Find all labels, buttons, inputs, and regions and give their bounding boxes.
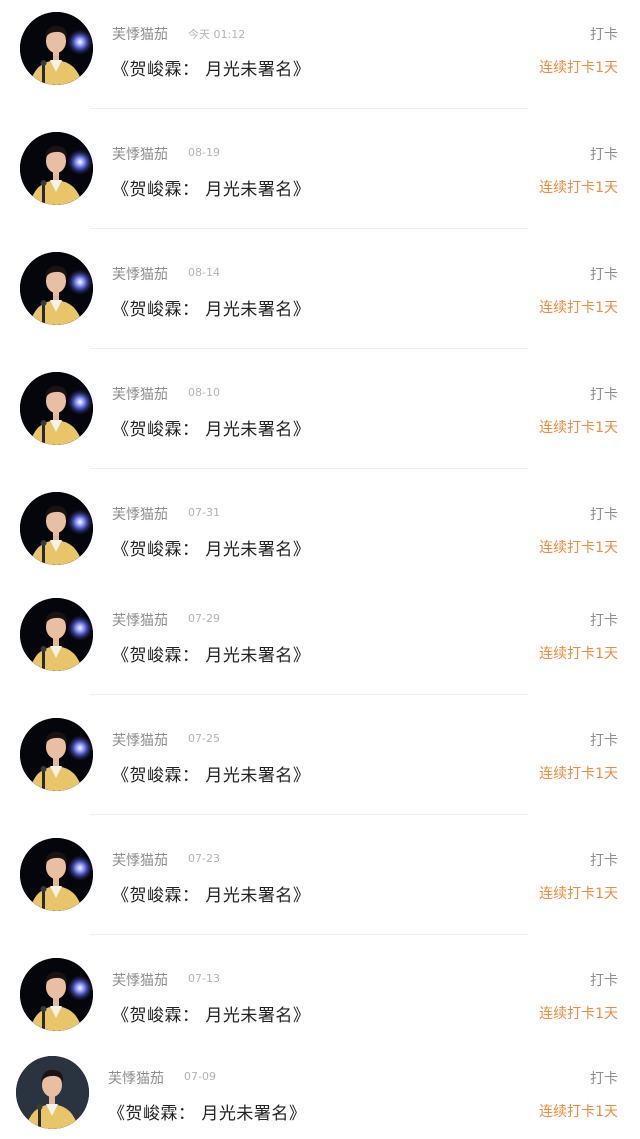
- checkin-label: 打卡: [590, 267, 618, 283]
- avatar[interactable]: [20, 132, 93, 205]
- user-name[interactable]: 芙悸猫茄: [112, 384, 168, 404]
- streak-label: 连续打卡1天: [539, 646, 618, 662]
- user-name[interactable]: 芙悸猫茄: [112, 970, 168, 990]
- book-title[interactable]: 《贺峻霖： 月光未署名》: [112, 1001, 310, 1026]
- post-date: 07-09: [184, 1070, 216, 1083]
- streak-label: 连续打卡1天: [539, 1104, 618, 1120]
- divider: [90, 934, 528, 935]
- user-name[interactable]: 芙悸猫茄: [112, 730, 168, 750]
- avatar[interactable]: [20, 492, 93, 565]
- user-name[interactable]: 芙悸猫茄: [112, 24, 168, 44]
- post-date: 今天 01:12: [188, 28, 246, 41]
- divider: [90, 468, 528, 469]
- streak-label: 连续打卡1天: [539, 766, 618, 782]
- streak-label: 连续打卡1天: [539, 300, 618, 316]
- user-name[interactable]: 芙悸猫茄: [108, 1068, 164, 1088]
- avatar[interactable]: [20, 718, 93, 791]
- user-name[interactable]: 芙悸猫茄: [112, 850, 168, 870]
- avatar[interactable]: [16, 1056, 89, 1129]
- checkin-label: 打卡: [590, 973, 618, 989]
- user-name[interactable]: 芙悸猫茄: [112, 610, 168, 630]
- book-title[interactable]: 《贺峻霖： 月光未署名》: [108, 1099, 306, 1124]
- avatar[interactable]: [20, 252, 93, 325]
- streak-label: 连续打卡1天: [539, 420, 618, 436]
- checkin-label: 打卡: [590, 1071, 618, 1087]
- post-date: 07-29: [188, 612, 220, 625]
- checkin-label: 打卡: [590, 387, 618, 403]
- avatar[interactable]: [20, 838, 93, 911]
- checkin-label: 打卡: [590, 853, 618, 869]
- streak-label: 连续打卡1天: [539, 60, 618, 76]
- checkin-label: 打卡: [590, 147, 618, 163]
- checkin-label: 打卡: [590, 613, 618, 629]
- user-name[interactable]: 芙悸猫茄: [112, 264, 168, 284]
- book-title[interactable]: 《贺峻霖： 月光未署名》: [112, 641, 310, 666]
- post-date: 07-13: [188, 972, 220, 985]
- user-name[interactable]: 芙悸猫茄: [112, 504, 168, 524]
- book-title[interactable]: 《贺峻霖： 月光未署名》: [112, 55, 310, 80]
- post-date: 07-23: [188, 852, 220, 865]
- divider: [90, 108, 528, 109]
- divider: [90, 228, 528, 229]
- post-date: 08-10: [188, 386, 220, 399]
- streak-label: 连续打卡1天: [539, 886, 618, 902]
- user-name[interactable]: 芙悸猫茄: [112, 144, 168, 164]
- streak-label: 连续打卡1天: [539, 540, 618, 556]
- divider: [90, 348, 528, 349]
- divider: [90, 694, 528, 695]
- book-title[interactable]: 《贺峻霖： 月光未署名》: [112, 761, 310, 786]
- divider: [90, 814, 528, 815]
- streak-label: 连续打卡1天: [539, 1006, 618, 1022]
- checkin-label: 打卡: [590, 507, 618, 523]
- book-title[interactable]: 《贺峻霖： 月光未署名》: [112, 535, 310, 560]
- post-date: 08-19: [188, 146, 220, 159]
- post-date: 08-14: [188, 266, 220, 279]
- post-date: 07-31: [188, 506, 220, 519]
- post-date: 07-25: [188, 732, 220, 745]
- checkin-label: 打卡: [590, 733, 618, 749]
- book-title[interactable]: 《贺峻霖： 月光未署名》: [112, 295, 310, 320]
- book-title[interactable]: 《贺峻霖： 月光未署名》: [112, 175, 310, 200]
- avatar[interactable]: [20, 372, 93, 445]
- book-title[interactable]: 《贺峻霖： 月光未署名》: [112, 881, 310, 906]
- avatar[interactable]: [20, 598, 93, 671]
- book-title[interactable]: 《贺峻霖： 月光未署名》: [112, 415, 310, 440]
- avatar[interactable]: [20, 12, 93, 85]
- streak-label: 连续打卡1天: [539, 180, 618, 196]
- checkin-label: 打卡: [590, 27, 618, 43]
- avatar[interactable]: [20, 958, 93, 1031]
